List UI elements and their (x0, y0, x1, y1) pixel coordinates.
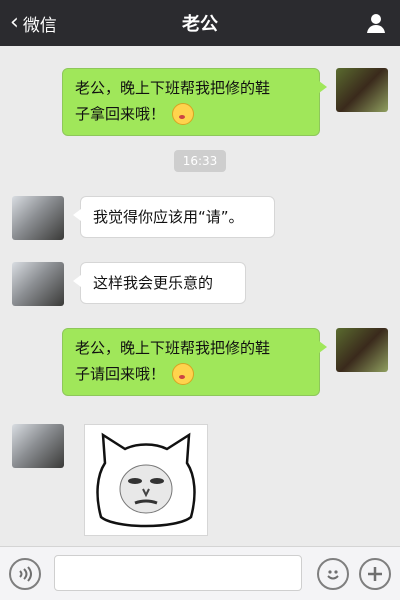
message-text-line: 子请回来哦！ (75, 365, 166, 383)
my-avatar[interactable] (336, 68, 388, 112)
message-text-line: 老公，晚上下班帮我把修的鞋 (75, 339, 271, 357)
message-bubble-outgoing[interactable]: 老公，晚上下班帮我把修的鞋 子拿回来哦！ (62, 68, 327, 136)
chat-title: 老公 (182, 14, 218, 35)
message-text: 这样我会更乐意的 (93, 274, 214, 292)
my-avatar[interactable] (336, 328, 388, 372)
voice-icon (19, 566, 32, 582)
kiss-emoji-icon (171, 102, 194, 125)
plus-button[interactable] (359, 558, 391, 590)
top-bar: ‹ 微信 老公 (0, 0, 400, 46)
emoji-icon (327, 570, 339, 580)
input-bar (0, 546, 400, 600)
message-text-line: 子拿回来哦！ (75, 105, 166, 123)
contact-avatar[interactable] (12, 424, 64, 468)
kiss-emoji-icon (171, 362, 194, 385)
profile-button[interactable] (362, 9, 390, 37)
voice-button[interactable] (9, 558, 41, 590)
message-text-line: 老公，晚上下班帮我把修的鞋 (75, 79, 271, 97)
sticker-message[interactable] (84, 424, 208, 536)
message-bubble-outgoing[interactable]: 老公，晚上下班帮我把修的鞋 子请回来哦！ (62, 328, 327, 396)
message-input[interactable] (54, 555, 302, 591)
chat-area[interactable]: 老公，晚上下班帮我把修的鞋 子拿回来哦！ 16:33 我觉得你应该用“请”。 这… (0, 46, 400, 546)
message-text: 我觉得你应该用“请”。 (93, 208, 244, 226)
message-bubble-incoming[interactable]: 这样我会更乐意的 (73, 262, 246, 304)
cat-face-sticker-icon (96, 432, 196, 528)
timestamp: 16:33 (174, 150, 226, 172)
contact-avatar[interactable] (12, 196, 64, 240)
plus-icon (368, 567, 382, 581)
message-bubble-incoming[interactable]: 我觉得你应该用“请”。 (73, 196, 275, 238)
emoji-button[interactable] (317, 558, 349, 590)
contact-avatar[interactable] (12, 262, 64, 306)
user-icon (367, 14, 385, 33)
